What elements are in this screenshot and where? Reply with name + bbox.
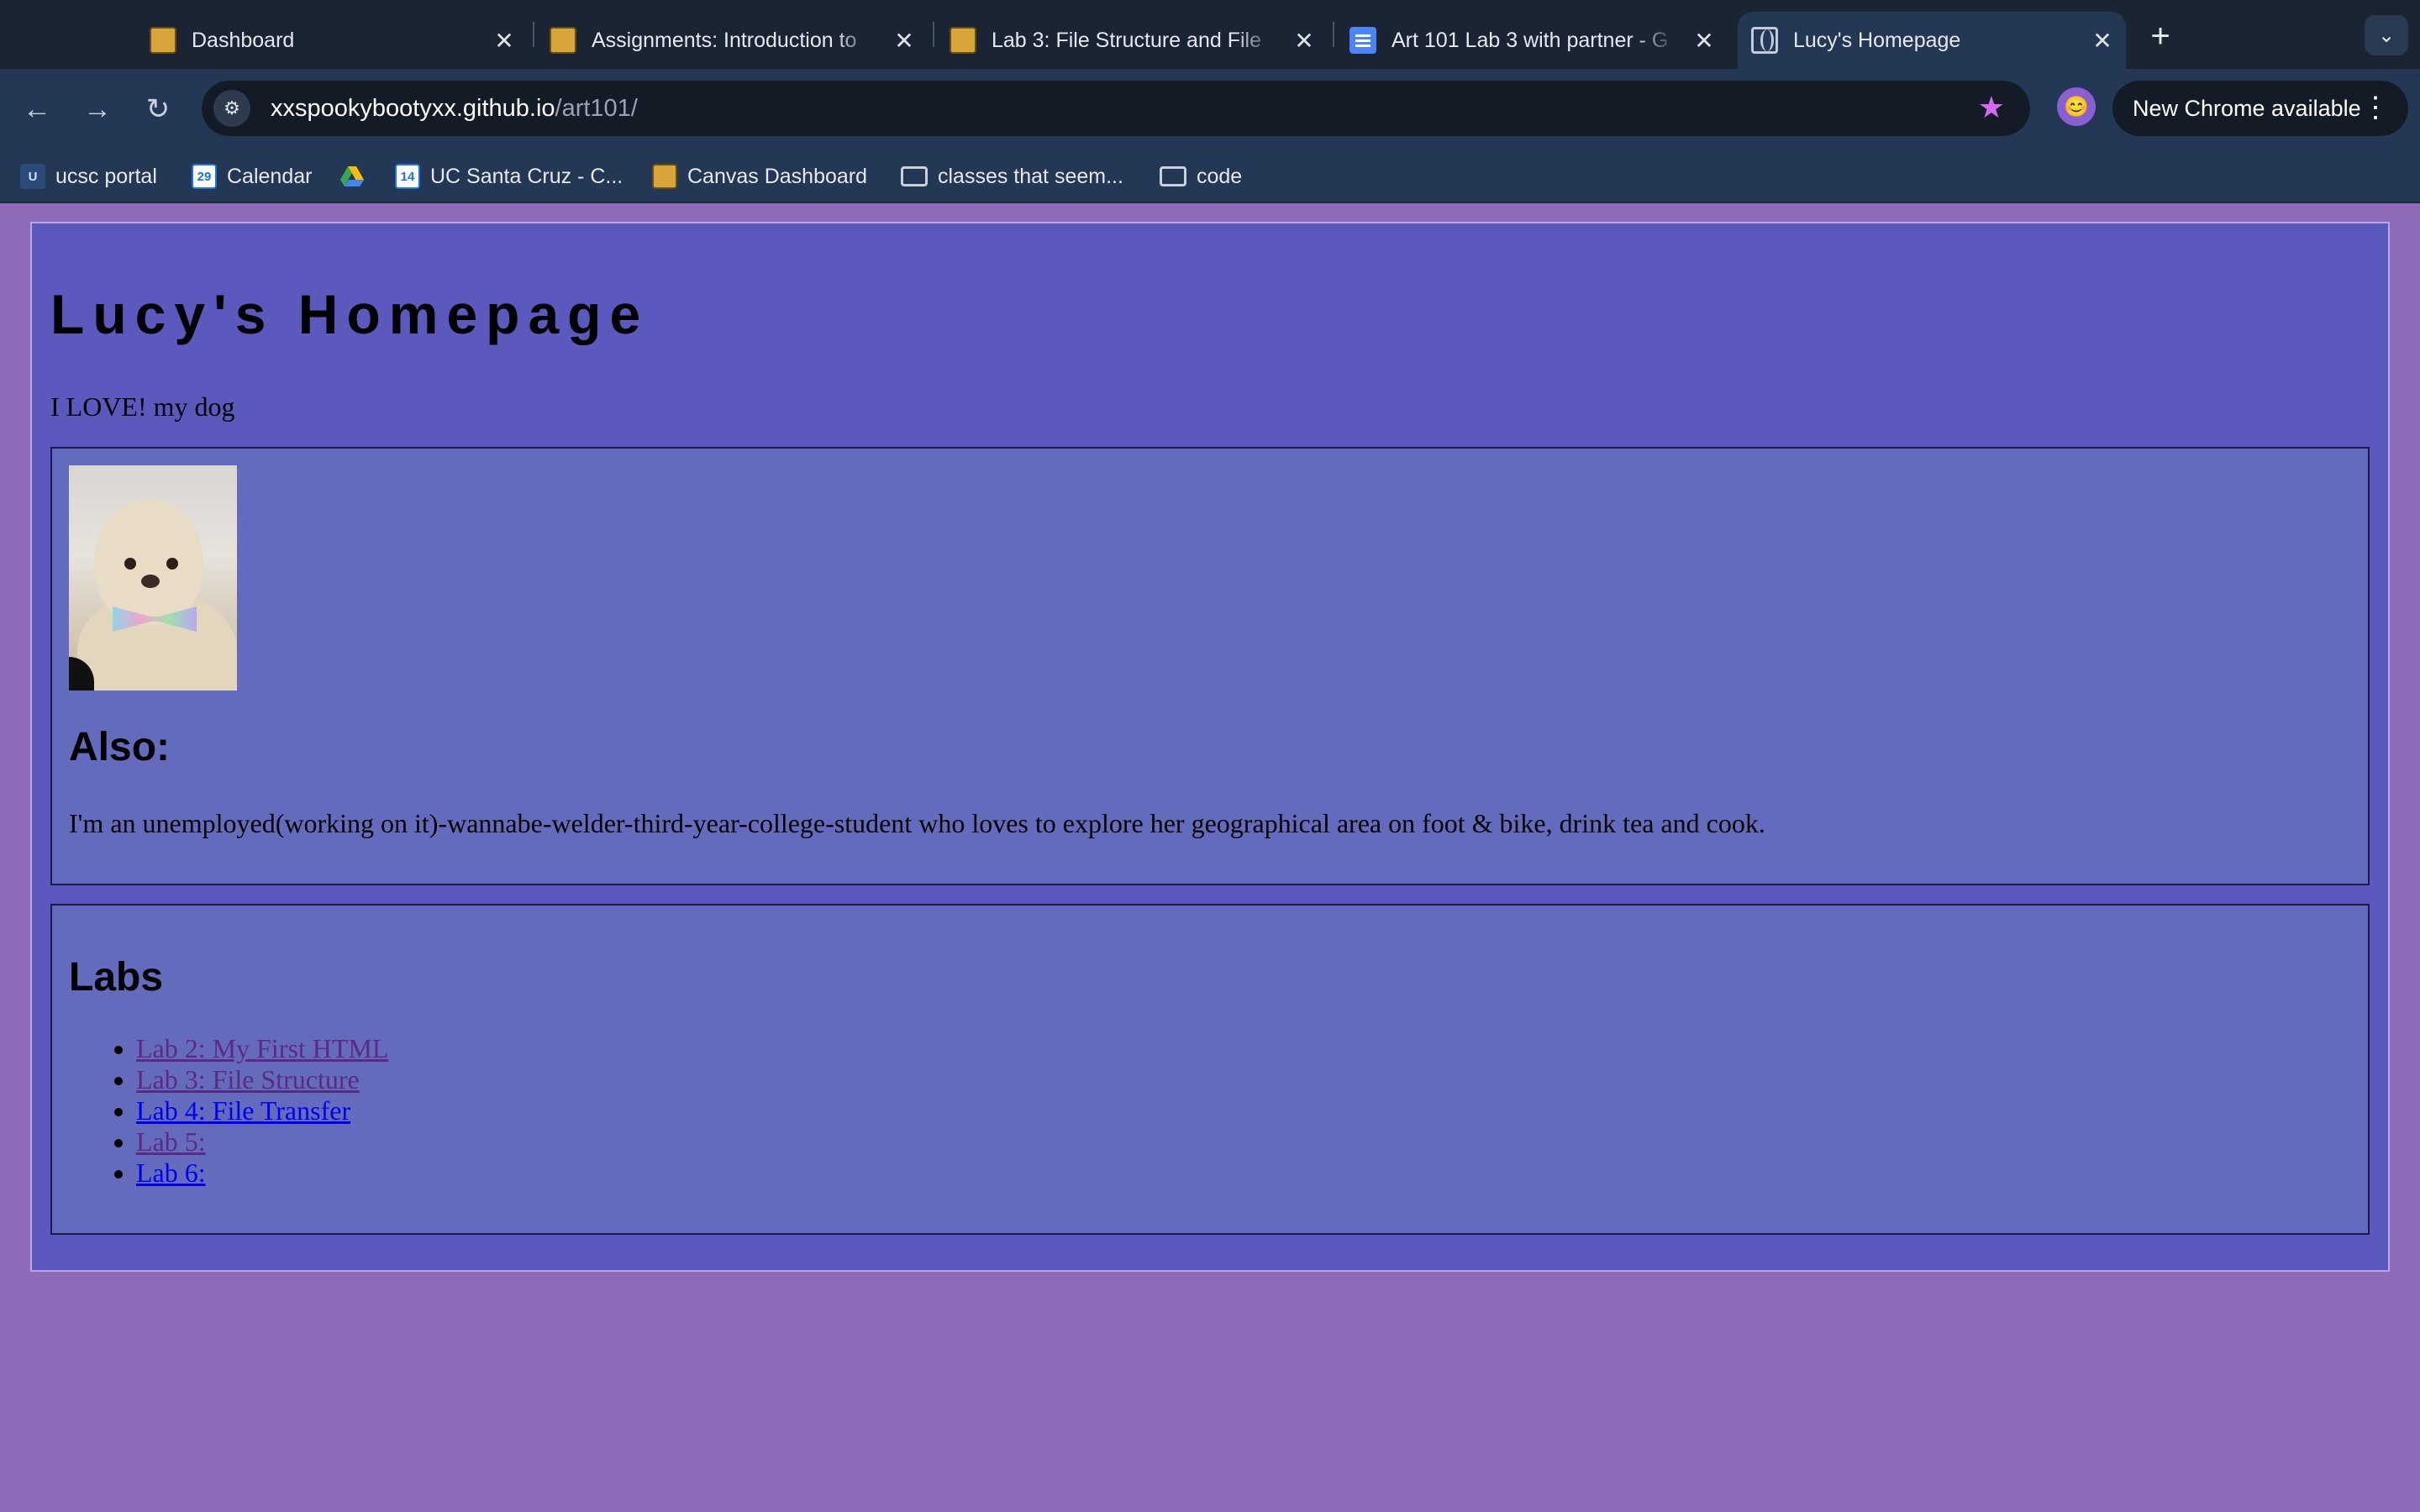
bookmark-calendar[interactable]: 29 Calendar — [192, 161, 312, 192]
calendar-icon: 14 — [395, 164, 420, 189]
tab-title: Dashboard — [192, 28, 295, 52]
lab-6-link[interactable]: Lab 6: — [136, 1158, 206, 1188]
bookmarks-bar: U ucsc portal 29 Calendar 14 UC Santa Cr… — [0, 150, 2420, 203]
bookmark-label: UC Santa Cruz - C... — [430, 164, 623, 188]
close-icon[interactable]: ✕ — [489, 25, 519, 55]
bookmark-uc-santa-cruz-calendar[interactable]: 14 UC Santa Cruz - C... — [395, 161, 623, 192]
about-heading: Also: — [69, 725, 170, 769]
browser-toolbar: ← → ↻ ⚙ xxspookybootyxx.github.io/art101… — [0, 69, 2420, 150]
bookmark-canvas-dashboard[interactable]: Canvas Dashboard — [652, 161, 867, 192]
url-path: /art101/ — [555, 94, 638, 122]
labs-section: Labs Lab 2: My First HTML Lab 3: File St… — [50, 904, 2370, 1235]
tab-strip: Dashboard ✕ Assignments: Introduction to… — [0, 0, 2420, 69]
tagline: I LOVE! my dog — [50, 391, 235, 422]
bookmark-ucsc-portal[interactable]: U ucsc portal — [20, 161, 157, 192]
ucsc-favicon-icon — [150, 27, 176, 54]
bookmark-label: classes that seem... — [938, 164, 1123, 188]
back-button[interactable]: ← — [17, 89, 57, 129]
labs-heading: Labs — [69, 955, 164, 1000]
globe-icon — [1751, 27, 1778, 54]
lab-2-link[interactable]: Lab 2: My First HTML — [136, 1033, 388, 1063]
calendar-icon: 29 — [192, 164, 217, 189]
lab-4-link[interactable]: Lab 4: File Transfer — [136, 1095, 350, 1126]
close-icon[interactable]: ✕ — [1689, 25, 1719, 55]
tab-title: Assignments: Introduction to — [592, 28, 857, 52]
tab-search-button[interactable]: ⌄ — [2365, 15, 2408, 55]
docs-icon — [1349, 27, 1376, 54]
arrow-left-icon: ← — [23, 92, 51, 125]
list-item: Lab 2: My First HTML — [136, 1033, 388, 1064]
list-item: Lab 6: — [136, 1158, 388, 1189]
arrow-right-icon: → — [83, 92, 112, 125]
ucsc-favicon-icon — [950, 27, 976, 54]
list-item: Lab 3: File Structure — [136, 1064, 388, 1095]
forward-button[interactable]: → — [77, 89, 118, 129]
bookmark-folder-code[interactable]: code — [1160, 161, 1242, 192]
close-icon[interactable]: ✕ — [889, 25, 919, 55]
update-label: New Chrome available — [2133, 95, 2361, 121]
bookmark-label: Calendar — [227, 164, 313, 188]
about-section: Also: I'm an unemployed(working on it)-w… — [50, 447, 2370, 885]
lab-3-link[interactable]: Lab 3: File Structure — [136, 1064, 360, 1095]
site-info-icon[interactable]: ⚙ — [213, 90, 250, 127]
update-chrome-button[interactable]: New Chrome available ⋮ — [2112, 81, 2408, 136]
tab-assignments[interactable]: Assignments: Introduction to ✕ — [550, 12, 919, 69]
new-tab-button[interactable]: + — [2141, 17, 2180, 55]
bookmark-star-icon[interactable]: ★ — [1978, 92, 2005, 123]
tab-title: Art 101 Lab 3 with partner - G — [1392, 28, 1669, 52]
list-item: Lab 5: — [136, 1126, 388, 1158]
close-icon[interactable]: ✕ — [2087, 25, 2118, 55]
tab-separator — [533, 22, 534, 47]
lab-5-link[interactable]: Lab 5: — [136, 1126, 206, 1157]
tab-title: Lucy's Homepage — [1793, 28, 1961, 52]
about-text: I'm an unemployed(working on it)-wannabe… — [69, 808, 1765, 838]
ucsc-favicon-icon — [550, 27, 576, 54]
web-page: Lucy's Homepage I LOVE! my dog Also: I'm… — [0, 203, 2420, 1512]
tab-art101-doc[interactable]: Art 101 Lab 3 with partner - G ✕ — [1349, 12, 1719, 69]
kebab-menu-icon[interactable]: ⋮ — [2361, 92, 2390, 123]
list-item: Lab 4: File Transfer — [136, 1095, 388, 1126]
url-domain: xxspookybootyxx.github.io — [271, 94, 555, 122]
labs-list: Lab 2: My First HTML Lab 3: File Structu… — [136, 1033, 388, 1189]
tab-separator — [933, 22, 934, 47]
folder-icon — [901, 166, 928, 186]
bookmark-label: ucsc portal — [55, 164, 157, 188]
reload-icon: ↻ — [145, 93, 171, 125]
tab-lucys-homepage[interactable]: Lucy's Homepage ✕ — [1738, 12, 2126, 69]
profile-avatar[interactable]: 😊 — [2057, 87, 2096, 126]
address-bar[interactable]: ⚙ xxspookybootyxx.github.io/art101/ ★ — [202, 81, 2030, 136]
url-text[interactable]: xxspookybootyxx.github.io/art101/ — [271, 95, 638, 123]
page-title: Lucy's Homepage — [50, 283, 650, 345]
close-icon[interactable]: ✕ — [1289, 25, 1319, 55]
ucsc-icon — [652, 164, 677, 189]
page-container: Lucy's Homepage I LOVE! my dog Also: I'm… — [30, 222, 2390, 1272]
tab-lab3[interactable]: Lab 3: File Structure and File ✕ — [950, 12, 1319, 69]
reload-button[interactable]: ↻ — [138, 89, 178, 129]
folder-icon — [1160, 166, 1186, 186]
chevron-down-icon: ⌄ — [2377, 24, 2396, 47]
bookmark-google-drive[interactable] — [339, 161, 375, 192]
google-drive-icon — [339, 164, 365, 189]
tab-dashboard[interactable]: Dashboard ✕ — [150, 12, 519, 69]
ucsc-icon: U — [20, 164, 45, 189]
tab-title: Lab 3: File Structure and File — [992, 28, 1261, 52]
bookmark-label: code — [1197, 164, 1243, 188]
dog-photo — [69, 465, 237, 690]
tab-separator — [1333, 22, 1334, 47]
bookmark-label: Canvas Dashboard — [687, 164, 868, 188]
bookmark-folder-classes[interactable]: classes that seem... — [901, 161, 1123, 192]
